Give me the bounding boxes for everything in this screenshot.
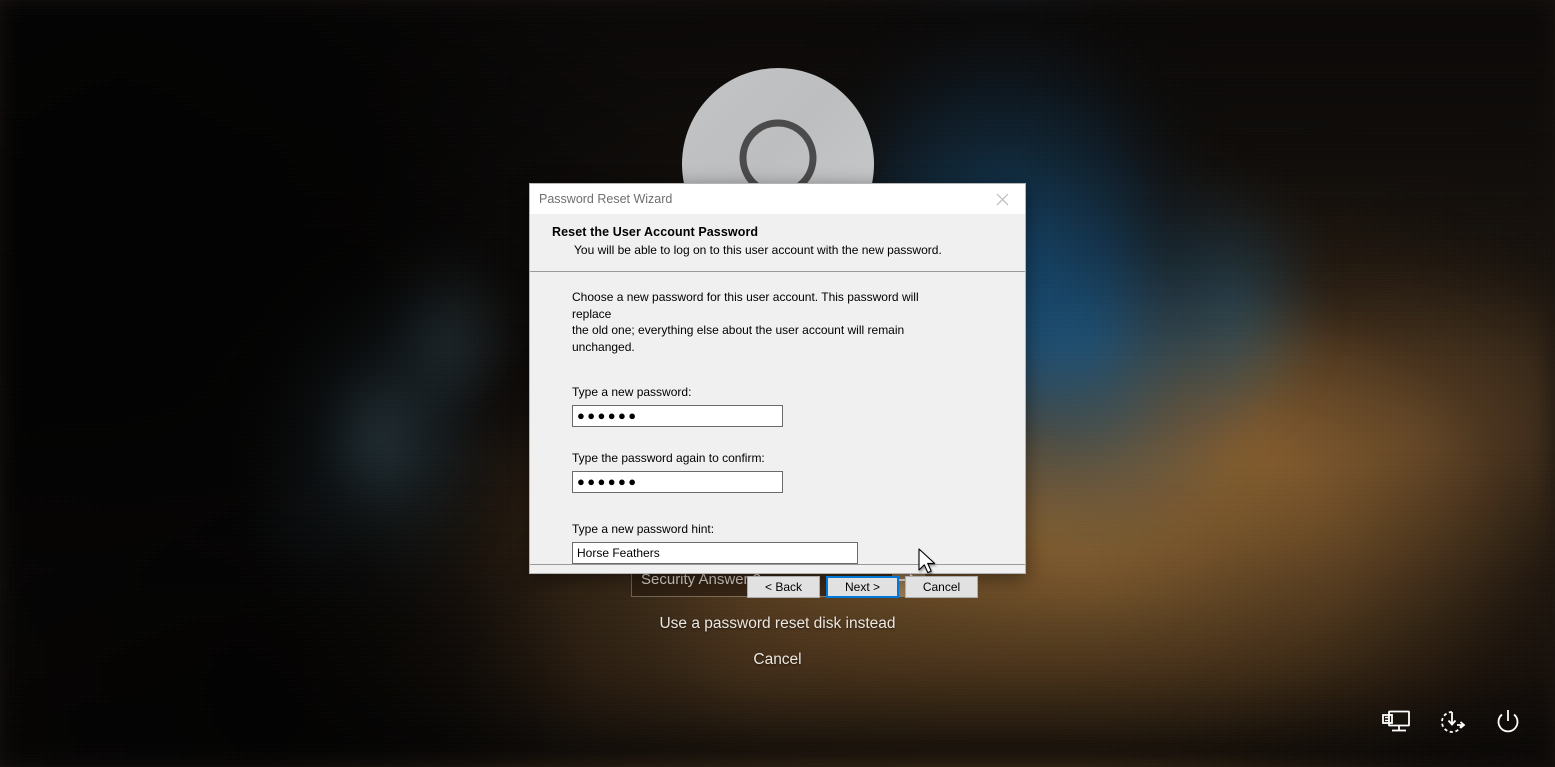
power-icon[interactable] — [1491, 705, 1525, 739]
close-button[interactable] — [980, 184, 1025, 214]
intro-text: Choose a new password for this user acco… — [572, 272, 952, 355]
password-hint-label: Type a new password hint: — [572, 522, 715, 536]
confirm-password-field-block: Type the password again to confirm: ●●●●… — [572, 451, 1025, 493]
new-password-field-block: Type a new password: ●●●●●● — [572, 385, 1025, 427]
header-subheading: You will be able to log on to this user … — [574, 243, 942, 257]
dialog-title: Password Reset Wizard — [539, 192, 673, 206]
confirm-password-input[interactable]: ●●●●●● — [572, 471, 783, 493]
dialog-body: Choose a new password for this user acco… — [530, 272, 1025, 564]
network-icon[interactable] — [1379, 705, 1413, 739]
dialog-header: Reset the User Account Password You will… — [530, 214, 1025, 272]
password-reset-wizard-dialog: Password Reset Wizard Reset the User Acc… — [529, 183, 1026, 598]
new-password-label: Type a new password: — [572, 385, 692, 399]
cancel-button[interactable]: Cancel — [905, 576, 978, 598]
new-password-input[interactable]: ●●●●●● — [572, 405, 783, 427]
system-icons-tray — [1379, 705, 1525, 739]
intro-line-1: Choose a new password for this user acco… — [572, 290, 919, 321]
dialog-titlebar: Password Reset Wizard — [530, 184, 1025, 214]
close-icon — [996, 193, 1009, 205]
back-button[interactable]: < Back — [747, 576, 820, 598]
next-button[interactable]: Next > — [826, 576, 899, 598]
password-hint-input[interactable]: Horse Feathers — [572, 542, 858, 564]
lockscreen-cancel-link[interactable]: Cancel — [0, 651, 1555, 669]
intro-line-2: the old one; everything else about the u… — [572, 323, 905, 354]
use-password-reset-disk-link[interactable]: Use a password reset disk instead — [0, 615, 1555, 633]
ease-of-access-icon[interactable] — [1435, 705, 1469, 739]
confirm-password-label: Type the password again to confirm: — [572, 451, 765, 465]
password-hint-field-block: Type a new password hint: Horse Feathers — [572, 522, 1025, 564]
header-heading: Reset the User Account Password — [552, 225, 759, 239]
dialog-footer: < Back Next > Cancel — [530, 564, 1025, 609]
